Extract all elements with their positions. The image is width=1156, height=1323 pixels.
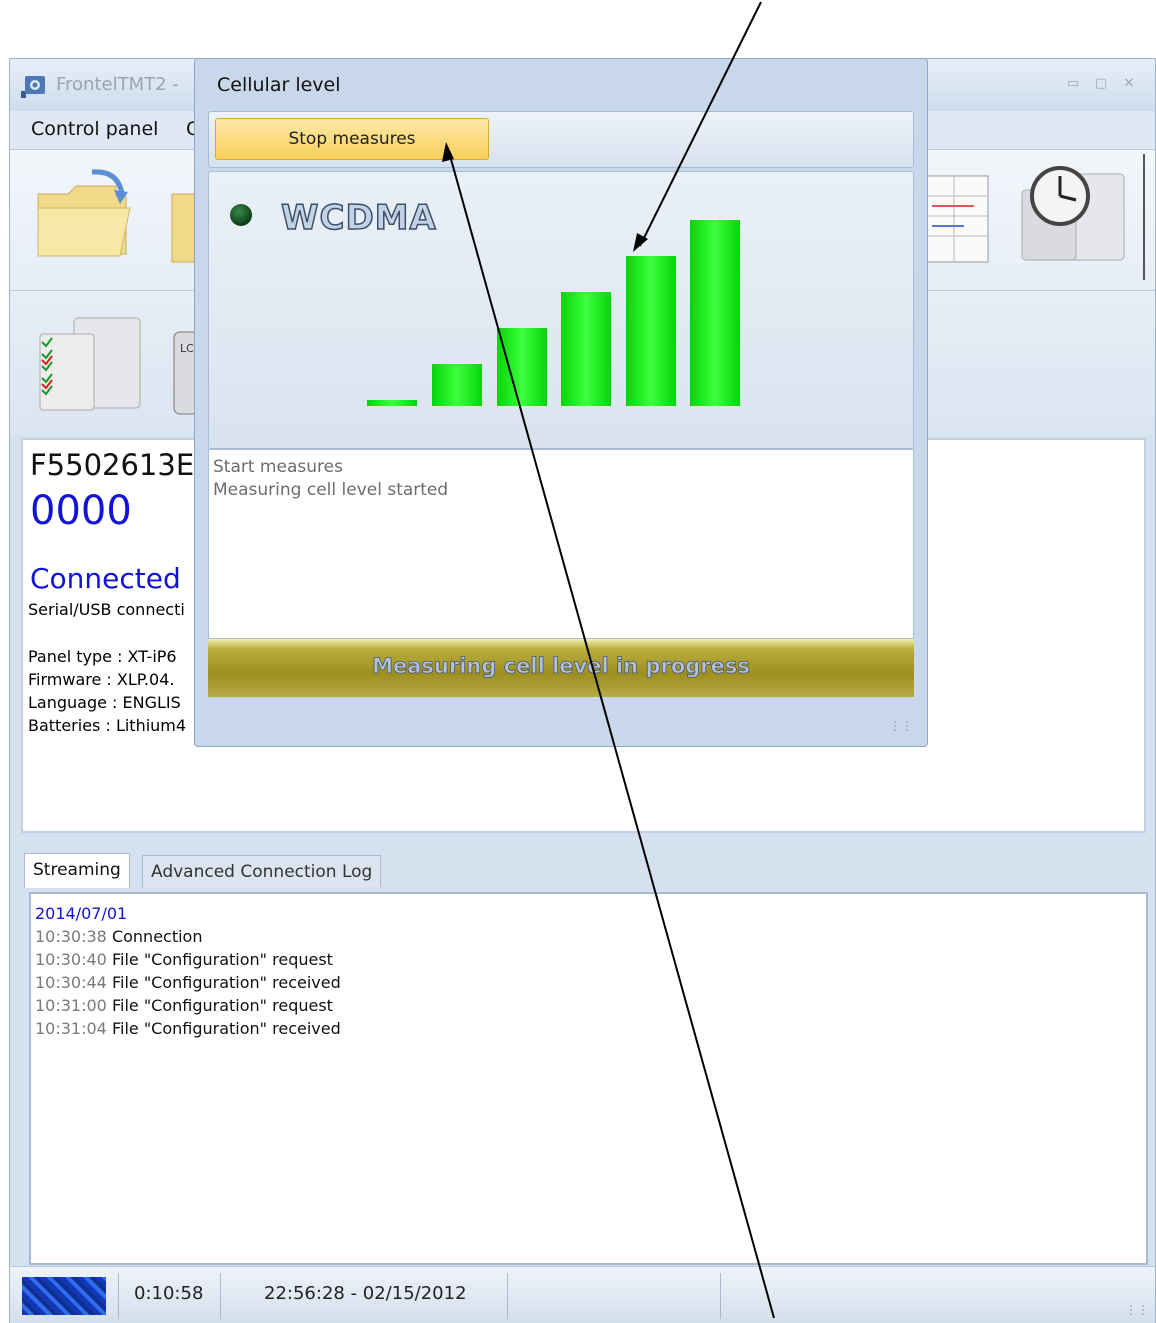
status-divider xyxy=(118,1273,119,1319)
toolbar-separator xyxy=(1143,154,1145,280)
panel-details: Panel type : XT-iP6 Firmware : XLP.04. L… xyxy=(28,645,186,737)
log-message: File "Configuration" received xyxy=(111,1019,341,1038)
resize-grip-icon[interactable]: ⋮⋮ xyxy=(1125,1303,1149,1317)
clock-panel-icon[interactable] xyxy=(1018,160,1130,268)
open-folder-icon[interactable] xyxy=(32,164,144,264)
stop-measures-button[interactable]: Stop measures xyxy=(215,118,489,160)
close-icon[interactable]: ✕ xyxy=(1121,77,1137,91)
cellular-level-dialog: Cellular level Stop measures WCDMA Start… xyxy=(194,58,928,747)
network-technology: WCDMA xyxy=(280,197,437,239)
streaming-log[interactable]: 2014/07/01 10:30:38 Connection 10:30:40 … xyxy=(29,892,1148,1265)
schedule-icon[interactable] xyxy=(924,172,992,268)
batteries: Batteries : Lithium4 xyxy=(28,716,187,735)
status-bar: 0:10:58 22:56:28 - 02/15/2012 ⋮⋮ xyxy=(10,1266,1155,1323)
status-divider xyxy=(220,1273,221,1319)
log-message: File "Configuration" request xyxy=(111,996,333,1015)
panel-type: Panel type : XT-iP6 xyxy=(28,647,177,666)
progress-text: Measuring cell level in progress xyxy=(372,654,751,679)
message-line: Measuring cell level started xyxy=(213,480,449,500)
tab-advanced-connection-log[interactable]: Advanced Connection Log xyxy=(142,855,382,887)
log-time: 10:30:44 xyxy=(35,973,107,992)
svg-text:LC: LC xyxy=(180,342,194,355)
log-date: 2014/07/01 xyxy=(35,904,128,923)
dialog-resize-grip-icon[interactable]: ⋮⋮ xyxy=(889,719,913,733)
dialog-toolbar: Stop measures xyxy=(208,111,914,168)
menu-control-panel[interactable]: Control panel xyxy=(31,118,158,140)
dialog-title: Cellular level xyxy=(217,74,341,96)
status-led-icon xyxy=(230,204,252,226)
signal-bar-2 xyxy=(432,364,482,406)
log-entry: 10:30:40 File "Configuration" request xyxy=(35,948,1142,971)
signal-bar-1 xyxy=(367,400,417,406)
log-message: Connection xyxy=(111,927,203,946)
message-line: Start measures xyxy=(213,457,343,477)
log-time: 10:30:38 xyxy=(35,927,107,946)
log-entry: 10:30:44 File "Configuration" received xyxy=(35,971,1142,994)
checklist-panel-icon[interactable] xyxy=(34,314,146,414)
signal-panel: WCDMA xyxy=(208,171,914,449)
log-time: 10:30:40 xyxy=(35,950,107,969)
log-entry: 10:31:00 File "Configuration" request xyxy=(35,994,1142,1017)
window-controls: ▭ ▢ ✕ xyxy=(1065,77,1137,91)
log-entry: 10:30:38 Connection xyxy=(35,925,1142,948)
serial-number: F5502613E xyxy=(30,448,195,482)
log-message: File "Configuration" received xyxy=(111,973,341,992)
language: Language : ENGLIS xyxy=(28,693,181,712)
tab-streaming[interactable]: Streaming xyxy=(24,853,130,888)
app-title: FrontelTMT2 - xyxy=(56,74,179,95)
panel-code: 0000 xyxy=(30,488,132,534)
signal-bar-4 xyxy=(561,292,611,406)
activity-icon xyxy=(22,1277,106,1315)
date-time: 22:56:28 - 02/15/2012 xyxy=(264,1283,467,1304)
status-divider xyxy=(507,1273,508,1319)
status-divider xyxy=(720,1273,721,1319)
log-time: 10:31:04 xyxy=(35,1019,107,1038)
minimize-icon[interactable]: ▭ xyxy=(1065,77,1081,91)
signal-bar-6 xyxy=(690,220,740,406)
log-area: Streaming Advanced Connection Log 2014/0… xyxy=(21,851,1148,1265)
connection-type: Serial/USB connecti xyxy=(28,600,185,619)
elapsed-time: 0:10:58 xyxy=(134,1283,204,1304)
app-logo-icon xyxy=(21,76,45,98)
signal-bar-5 xyxy=(626,256,676,406)
maximize-icon[interactable]: ▢ xyxy=(1093,77,1109,91)
signal-bar-3 xyxy=(497,328,547,406)
connection-status: Connected xyxy=(30,562,181,595)
progress-banner: Measuring cell level in progress xyxy=(208,639,914,697)
log-message: File "Configuration" request xyxy=(111,950,333,969)
firmware: Firmware : XLP.04. xyxy=(28,670,175,689)
log-time: 10:31:00 xyxy=(35,996,107,1015)
message-panel: Start measures Measuring cell level star… xyxy=(208,449,914,639)
log-entry: 10:31:04 File "Configuration" received xyxy=(35,1017,1142,1040)
